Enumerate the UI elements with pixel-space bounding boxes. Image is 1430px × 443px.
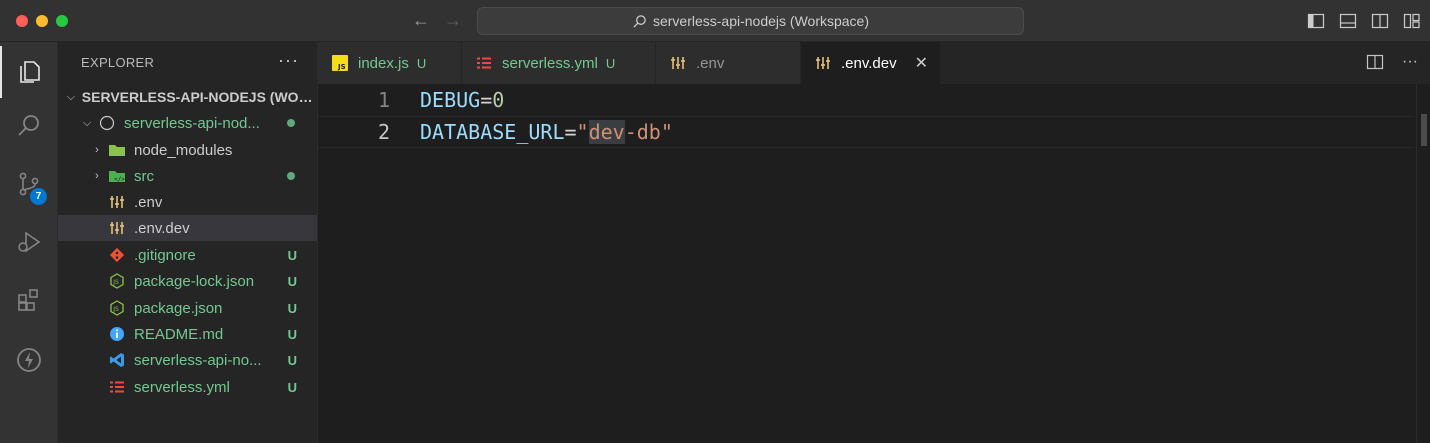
vscode-icon <box>108 351 126 369</box>
chevron-right-icon: › <box>95 144 99 156</box>
tree-item-serverless-yml[interactable]: serverless.yml U <box>58 374 317 400</box>
tree-item-package-lock[interactable]: JS package-lock.json U <box>58 268 317 294</box>
explorer-sidebar: EXPLORER ··· ⌵ SERVERLESS-API-NODEJS (WO… <box>58 42 318 443</box>
minimize-window-button[interactable] <box>36 15 48 27</box>
line-number: 2 <box>377 120 390 144</box>
close-window-button[interactable] <box>16 15 28 27</box>
tree-item-package-json[interactable]: JS package.json U <box>58 295 317 321</box>
tree-item-gitignore[interactable]: .gitignore U <box>58 242 317 268</box>
nodejs-icon: JS <box>108 272 126 290</box>
tab-env[interactable]: .env <box>656 42 801 84</box>
tree-item-env[interactable]: .env <box>58 189 317 215</box>
tab-env-dev[interactable]: .env.dev ✕ <box>801 42 941 84</box>
folder-root[interactable]: ⌵ serverless-api-nod... <box>58 110 317 136</box>
code-line: 1 DEBUG=0 <box>318 84 1414 116</box>
search-icon <box>633 14 646 28</box>
source-control-icon[interactable]: 7 <box>0 158 58 210</box>
chevron-right-icon: › <box>95 170 99 182</box>
svg-text:</>: </> <box>114 176 125 183</box>
untracked-badge: U <box>287 247 297 263</box>
customize-layout-icon[interactable] <box>1402 11 1422 31</box>
selection-highlight: dev <box>588 120 625 144</box>
line-number: 1 <box>377 88 390 112</box>
yaml-icon <box>108 378 126 396</box>
more-actions-icon[interactable]: ··· <box>1402 53 1418 76</box>
env-icon <box>108 193 126 211</box>
untracked-badge: U <box>287 326 297 342</box>
tree-item-env-dev[interactable]: .env.dev <box>58 215 317 241</box>
tree-item-workspace-file[interactable]: serverless-api-no... U <box>58 347 317 373</box>
command-center[interactable]: serverless-api-nodejs (Workspace) <box>477 7 1024 35</box>
info-icon <box>108 325 126 343</box>
thunder-client-icon[interactable] <box>0 334 58 386</box>
svg-text:JS: JS <box>337 63 346 71</box>
tree-item-node-modules[interactable]: › node_modules <box>58 137 317 163</box>
untracked-badge: U <box>287 379 297 395</box>
chevron-down-icon: ⌵ <box>82 116 92 129</box>
more-actions-icon[interactable]: ··· <box>278 50 299 71</box>
folder-circle-icon <box>98 114 116 132</box>
line-content: DEBUG=0 <box>420 88 505 112</box>
run-debug-icon[interactable] <box>0 216 58 268</box>
yaml-icon <box>476 55 492 71</box>
modified-dot <box>287 172 295 180</box>
source-control-badge: 7 <box>30 188 47 205</box>
activity-bar: 7 <box>0 42 58 443</box>
tree-item-src[interactable]: › </> src <box>58 163 317 189</box>
git-icon <box>108 246 126 264</box>
untracked-badge: U <box>287 300 297 316</box>
editor-tab-bar: JS index.js U serverless.yml U .env .env… <box>318 42 1430 84</box>
env-icon <box>815 55 831 71</box>
modified-dot <box>287 119 295 127</box>
code-line: 2 DATABASE_URL="dev-db" <box>318 116 1414 148</box>
window-title: serverless-api-nodejs (Workspace) <box>652 13 870 29</box>
forward-arrow-icon[interactable]: → <box>444 10 462 31</box>
untracked-badge: U <box>287 273 297 289</box>
folder-node-icon <box>108 141 126 159</box>
env-icon <box>108 219 126 237</box>
svg-text:JS: JS <box>112 279 119 286</box>
tab-index-js[interactable]: JS index.js U <box>318 42 462 84</box>
env-icon <box>670 55 686 71</box>
toggle-secondary-sidebar-icon[interactable] <box>1370 11 1390 31</box>
line-content: DATABASE_URL="dev-db" <box>420 120 673 144</box>
close-tab-icon[interactable]: ✕ <box>915 53 928 73</box>
folder-src-icon: </> <box>108 167 126 185</box>
workspace-root[interactable]: ⌵ SERVERLESS-API-NODEJS (WOR... <box>58 84 317 110</box>
tab-serverless-yml[interactable]: serverless.yml U <box>462 42 656 84</box>
code-editor[interactable]: 1 DEBUG=0 2 DATABASE_URL="dev-db" <box>318 84 1430 443</box>
search-icon[interactable] <box>0 100 58 152</box>
tree-item-readme[interactable]: README.md U <box>58 321 317 347</box>
title-bar: ← → serverless-api-nodejs (Workspace) <box>0 0 1430 42</box>
chevron-down-icon: ⌵ <box>66 90 76 103</box>
vertical-scrollbar[interactable] <box>1416 84 1430 443</box>
toggle-primary-sidebar-icon[interactable] <box>1306 11 1326 31</box>
folder-label: serverless-api-nod... <box>124 114 260 132</box>
explorer-icon[interactable] <box>0 46 58 98</box>
toggle-panel-icon[interactable] <box>1338 11 1358 31</box>
untracked-badge: U <box>287 352 297 368</box>
split-editor-icon[interactable] <box>1366 53 1384 76</box>
back-arrow-icon[interactable]: ← <box>412 10 430 31</box>
js-icon: JS <box>332 55 348 71</box>
workspace-label: SERVERLESS-API-NODEJS (WOR... <box>81 89 317 105</box>
nodejs-icon: JS <box>108 299 126 317</box>
extensions-icon[interactable] <box>0 274 58 326</box>
scroll-thumb[interactable] <box>1421 114 1427 146</box>
maximize-window-button[interactable] <box>56 15 68 27</box>
explorer-title: EXPLORER <box>81 54 155 70</box>
svg-text:JS: JS <box>112 306 119 313</box>
